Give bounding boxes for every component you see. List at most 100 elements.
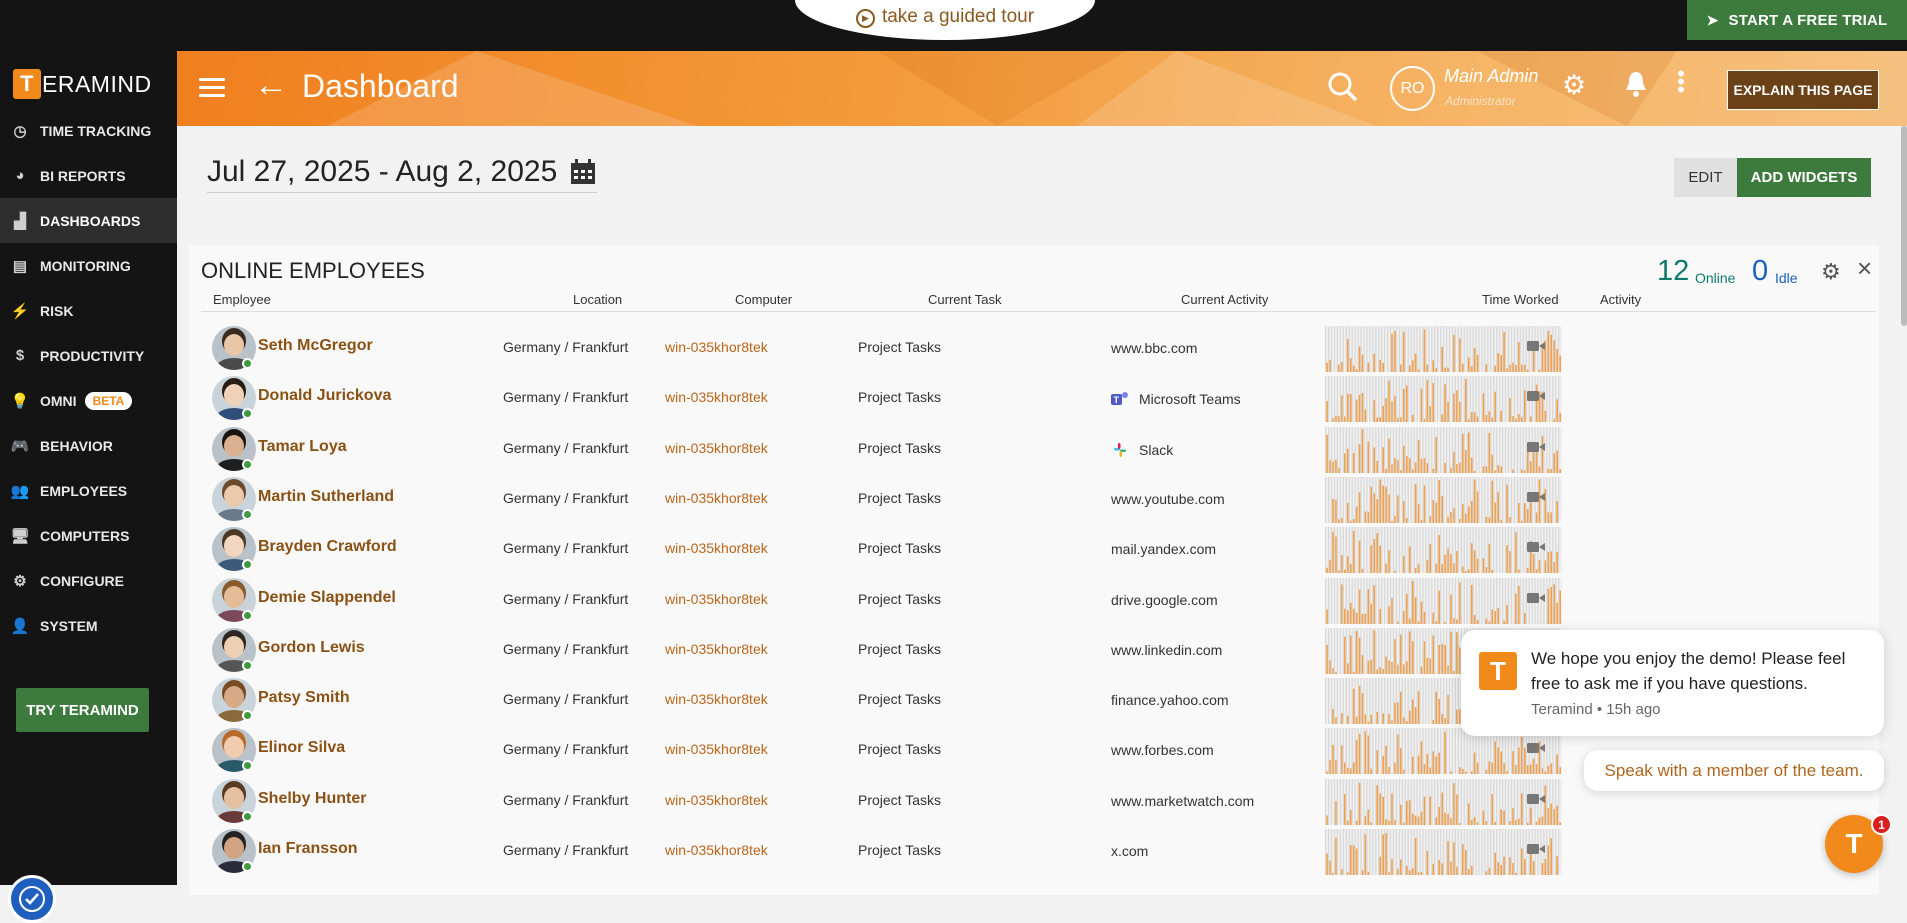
speak-with-team-button[interactable]: Speak with a member of the team. [1584, 750, 1884, 791]
sidebar-item-computers[interactable]: 🖥 COMPUTERS [0, 513, 177, 558]
location-cell: Germany / Frankfurt [503, 439, 629, 456]
hamburger-menu-icon[interactable] [199, 78, 225, 102]
video-camera-icon[interactable] [1527, 842, 1545, 858]
table-row[interactable]: Tamar Loya Germany / Frankfurt win-035khor… [201, 424, 1871, 474]
page-scrollbar[interactable] [1901, 126, 1907, 326]
sidebar-item-monitoring[interactable]: ▤ MONITORING [0, 243, 177, 288]
add-widgets-button[interactable]: ADD WIDGETS [1737, 158, 1871, 197]
computer-link[interactable]: win-035khor8tek [665, 691, 768, 707]
table-row[interactable]: Demie Slappendel Germany / Frankfurt win-0… [201, 575, 1871, 625]
video-camera-icon[interactable] [1527, 389, 1545, 405]
user-avatar[interactable]: RO [1390, 66, 1435, 111]
online-status-dot [242, 458, 253, 470]
edit-button[interactable]: EDIT [1674, 158, 1737, 197]
computer-link[interactable]: win-035khor8tek [665, 389, 768, 405]
computer-link[interactable]: win-035khor8tek [665, 641, 768, 657]
table-row[interactable]: Ian Fransson Germany / Frankfurt win-035kh… [201, 826, 1871, 876]
video-camera-icon[interactable] [1527, 339, 1545, 355]
location-cell: Germany / Frankfurt [503, 842, 629, 858]
sidebar: T ERAMIND ◷ TIME TRACKING ◕ BI REPORTS ▟ DASH… [0, 51, 177, 923]
employee-name-link[interactable]: Donald Jurickova [258, 387, 391, 405]
sidebar-item-productivity[interactable]: $ PRODUCTIVITY [0, 333, 177, 378]
chat-message-bubble[interactable]: T We hope you enjoy the demo! Please fee… [1461, 630, 1884, 736]
sidebar-item-label: COMPUTERS [40, 527, 130, 544]
user-name[interactable]: Main Admin [1444, 66, 1538, 87]
video-camera-icon[interactable] [1527, 540, 1545, 556]
col-current-task[interactable]: Current Task [928, 292, 1001, 307]
activity-text: drive.google.com [1111, 591, 1218, 608]
computer-link[interactable]: win-035khor8tek [665, 591, 768, 607]
computer-link[interactable]: win-035khor8tek [665, 792, 768, 808]
computer-link[interactable]: win-035khor8tek [665, 741, 768, 757]
employee-name-link[interactable]: Seth McGregor [258, 337, 373, 355]
close-widget-icon[interactable]: × [1857, 253, 1872, 284]
table-row[interactable]: Donald Jurickova Germany / Frankfurt win-0… [201, 373, 1871, 423]
sidebar-item-behavior[interactable]: 🎮 BEHAVIOR [0, 423, 177, 468]
task-cell: Project Tasks [858, 489, 941, 506]
chat-message-meta: Teramind • 15h ago [1531, 701, 1661, 718]
employee-name-link[interactable]: Patsy Smith [258, 689, 350, 707]
date-range-picker[interactable]: Jul 27, 2025 - Aug 2, 2025 [207, 155, 598, 193]
task-cell: Project Tasks [858, 339, 941, 355]
col-location[interactable]: Location [573, 292, 622, 307]
video-camera-icon[interactable] [1527, 591, 1545, 607]
employee-name-link[interactable]: Gordon Lewis [258, 639, 365, 657]
try-teramind-button[interactable]: TRY TERAMIND [16, 688, 149, 732]
more-options-icon[interactable]: • • • [1676, 63, 1686, 101]
calendar-icon[interactable] [569, 158, 597, 186]
employee-name-link[interactable]: Demie Slappendel [258, 589, 396, 607]
online-status-dot [242, 861, 253, 872]
computer-link[interactable]: win-035khor8tek [665, 440, 768, 456]
sidebar-item-risk[interactable]: ⚡ RISK [0, 288, 177, 333]
sidebar-item-omni[interactable]: 💡 OMNI BETA [0, 378, 177, 423]
table-row[interactable]: Martin Sutherland Germany / Frankfurt win-… [201, 474, 1871, 524]
col-activity[interactable]: Activity [1600, 292, 1641, 307]
page-header: ← Dashboard RO Main Admin Administrator … [177, 51, 1907, 126]
table-row[interactable]: Seth McGregor Germany / Frankfurt win-035k… [201, 323, 1871, 373]
computer-link[interactable]: win-035khor8tek [665, 540, 768, 556]
video-camera-icon[interactable] [1527, 490, 1545, 506]
employee-name-link[interactable]: Tamar Loya [258, 438, 347, 456]
employee-name-link[interactable]: Shelby Hunter [258, 790, 366, 808]
col-current-activity[interactable]: Current Activity [1181, 292, 1268, 307]
sidebar-item-label: EMPLOYEES [40, 482, 128, 499]
location-cell: Germany / Frankfurt [503, 791, 629, 808]
back-arrow-icon[interactable]: ← [254, 66, 288, 105]
computer-link[interactable]: win-035khor8tek [665, 490, 768, 506]
employee-name-link[interactable]: Brayden Crawford [258, 538, 397, 556]
computer-link[interactable]: win-035khor8tek [665, 842, 768, 858]
employee-name-link[interactable]: Ian Fransson [258, 840, 358, 858]
col-time-worked[interactable]: Time Worked [1482, 292, 1559, 307]
employee-name-link[interactable]: Martin Sutherland [258, 488, 394, 506]
col-computer[interactable]: Computer [735, 292, 792, 307]
free-trial-button[interactable]: ➤ START A FREE TRIAL [1687, 0, 1907, 40]
accessibility-button[interactable] [8, 875, 56, 923]
col-employee[interactable]: Employee [213, 292, 271, 307]
explain-page-button[interactable]: EXPLAIN THIS PAGE [1727, 70, 1879, 110]
notifications-bell-icon[interactable] [1624, 70, 1648, 103]
location-cell: Germany / Frankfurt [503, 339, 629, 355]
activity-cell: drive.google.com [1111, 592, 1218, 608]
sidebar-item-dashboards[interactable]: ▟ DASHBOARDS [0, 198, 177, 243]
settings-gear-icon[interactable]: ⚙ [1562, 70, 1586, 101]
video-camera-icon[interactable] [1527, 741, 1545, 757]
sidebar-item-time-tracking[interactable]: ◷ TIME TRACKING [0, 108, 177, 153]
sidebar-item-configure[interactable]: ⚙ CONFIGURE [0, 558, 177, 603]
guided-tour-button[interactable]: ▶ take a guided tour [795, 0, 1095, 40]
video-camera-icon[interactable] [1527, 792, 1545, 808]
page-title: Dashboard [302, 68, 459, 104]
search-icon[interactable] [1327, 71, 1359, 108]
sidebar-item-employees[interactable]: 👥 EMPLOYEES [0, 468, 177, 513]
table-row[interactable]: Brayden Crawford Germany / Frankfurt win-0… [201, 524, 1871, 574]
location-cell: Germany / Frankfurt [503, 489, 629, 506]
teramind-logo[interactable]: T ERAMIND [13, 69, 152, 99]
sidebar-item-system[interactable]: 👤 SYSTEM [0, 603, 177, 648]
dollar-icon: $ [15, 347, 25, 364]
widget-settings-icon[interactable]: ⚙ [1821, 259, 1841, 285]
video-camera-icon[interactable] [1527, 440, 1545, 456]
computer-link[interactable]: win-035khor8tek [665, 339, 768, 355]
activity-text: www.linkedin.com [1111, 641, 1223, 658]
sidebar-item-bi-reports[interactable]: ◕ BI REPORTS [0, 153, 177, 198]
sidebar-item-label: MONITORING [40, 257, 131, 274]
employee-name-link[interactable]: Elinor Silva [258, 739, 345, 757]
